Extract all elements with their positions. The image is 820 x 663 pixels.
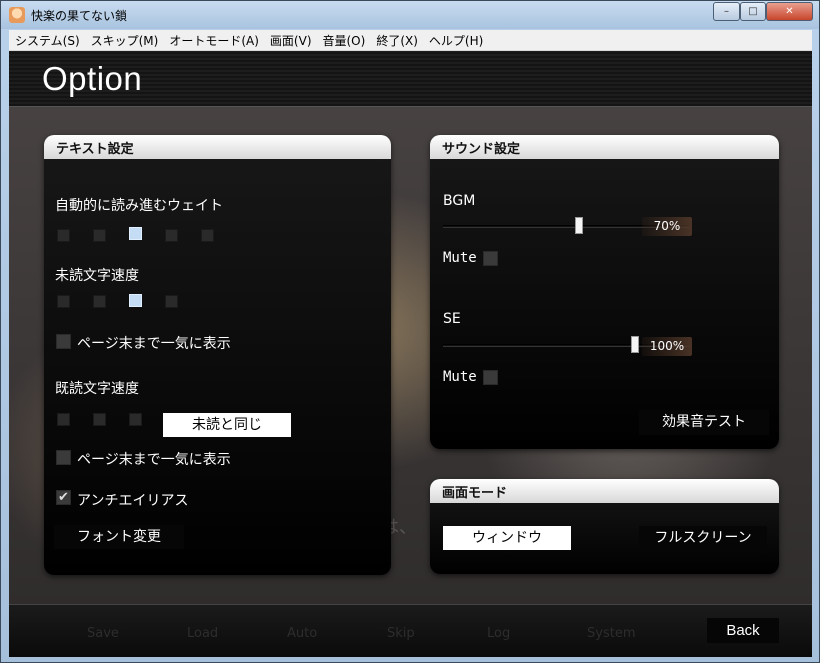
text-settings-title: テキスト設定: [44, 135, 391, 159]
unread-speed-label: 未読文字速度: [55, 268, 139, 284]
antialias-checkbox[interactable]: ✔: [56, 490, 71, 505]
auto-wait-label: 自動的に読み進むウェイト: [55, 198, 223, 214]
menu-help[interactable]: ヘルプ(H): [423, 30, 488, 51]
auto-wait-level-3[interactable]: [129, 227, 142, 240]
unread-speed-level-1[interactable]: [57, 295, 70, 308]
minimize-button[interactable]: –: [713, 2, 740, 21]
menu-bar: システム(S) スキップ(M) オートモード(A) 画面(V) 音量(O) 終了(X) ヘル…: [9, 30, 812, 51]
screen-mode-panel: 画面モード ウィンドウ フルスクリーン: [430, 479, 779, 574]
ghost-auto-item: Auto: [287, 626, 318, 641]
menu-exit[interactable]: 終了(X): [370, 30, 423, 51]
text-settings-panel: テキスト設定 自動的に読み進むウェイト 未読文字速度 ページ末まで一気に表示 既…: [44, 135, 391, 575]
menu-screen[interactable]: 画面(V): [264, 30, 317, 51]
antialias-label: アンチエイリアス: [77, 493, 189, 509]
same-as-unread-button[interactable]: 未読と同じ: [163, 413, 291, 437]
read-speed-level-1[interactable]: [57, 413, 70, 426]
ghost-load-item: Load: [187, 626, 219, 641]
read-speed-label: 既読文字速度: [55, 381, 139, 397]
bgm-mute-checkbox[interactable]: [483, 251, 498, 266]
ghost-skip-item: Skip: [387, 626, 415, 641]
bgm-label: BGM: [443, 193, 476, 209]
game-area: は、 Option テキスト設定 自動的に読み進むウェイト 未読文字速度 ページ…: [9, 51, 812, 657]
unread-speed-level-4[interactable]: [165, 295, 178, 308]
unread-speed-level-2[interactable]: [93, 295, 106, 308]
fullscreen-mode-button[interactable]: フルスクリーン: [639, 526, 767, 550]
read-page-end-label: ページ末まで一気に表示: [77, 452, 231, 468]
unread-speed-level-3[interactable]: [129, 294, 142, 307]
unread-page-end-checkbox[interactable]: [56, 334, 71, 349]
auto-wait-level-2[interactable]: [93, 229, 106, 242]
se-mute-checkbox[interactable]: [483, 370, 498, 385]
ghost-save-item: Save: [87, 626, 119, 641]
sound-settings-panel: サウンド設定 BGM 70% Mute SE 100% Mute 効果音テスト: [430, 135, 779, 449]
menu-auto-mode[interactable]: オートモード(A): [163, 30, 264, 51]
menu-system[interactable]: システム(S): [9, 30, 85, 51]
sound-settings-title: サウンド設定: [430, 135, 779, 159]
maximize-button[interactable]: □: [740, 2, 766, 21]
ghost-log-item: Log: [487, 626, 511, 641]
menu-skip[interactable]: スキップ(M): [85, 30, 164, 51]
checkmark-icon: ✔: [58, 490, 69, 505]
read-page-end-checkbox[interactable]: [56, 450, 71, 465]
se-label: SE: [443, 311, 461, 327]
page-title: Option: [42, 60, 143, 97]
se-mute-label: Mute: [443, 369, 477, 385]
ghost-system-item: System: [587, 626, 636, 641]
unread-page-end-label: ページ末まで一気に表示: [77, 336, 231, 352]
header-bar: Option: [9, 51, 812, 107]
read-speed-level-2[interactable]: [93, 413, 106, 426]
bgm-mute-label: Mute: [443, 250, 477, 266]
window-title: 快楽の果てない鎖: [31, 9, 128, 23]
bgm-slider-knob[interactable]: [575, 217, 583, 234]
screen-mode-title: 画面モード: [430, 479, 779, 503]
font-change-button[interactable]: フォント変更: [54, 525, 184, 549]
window-mode-button[interactable]: ウィンドウ: [443, 526, 571, 550]
back-button[interactable]: Back: [707, 618, 779, 643]
se-slider-knob[interactable]: [631, 336, 639, 353]
se-value: 100%: [642, 337, 692, 356]
app-window: 快楽の果てない鎖 – □ ✕ システム(S) スキップ(M) オートモード(A) 画面…: [0, 0, 820, 663]
app-icon: [9, 7, 25, 23]
close-button[interactable]: ✕: [766, 2, 813, 21]
sound-test-button[interactable]: 効果音テスト: [639, 410, 769, 435]
auto-wait-level-1[interactable]: [57, 229, 70, 242]
bgm-value: 70%: [642, 217, 692, 236]
read-speed-level-3[interactable]: [129, 413, 142, 426]
auto-wait-level-5[interactable]: [201, 229, 214, 242]
title-bar[interactable]: 快楽の果てない鎖 – □ ✕: [1, 1, 819, 29]
menu-volume[interactable]: 音量(O): [317, 30, 371, 51]
auto-wait-level-4[interactable]: [165, 229, 178, 242]
